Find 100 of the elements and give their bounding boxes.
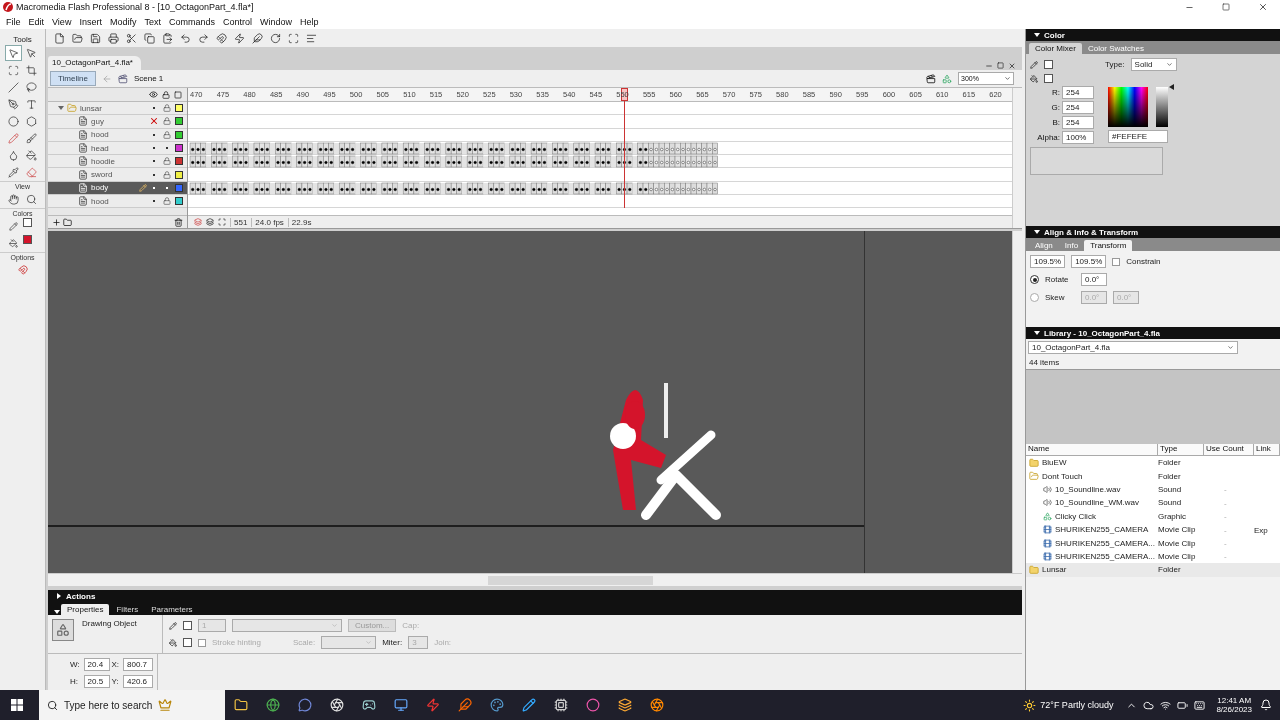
library-item[interactable]: Lunsar Folder [1026, 563, 1280, 577]
paste-icon[interactable] [162, 32, 173, 44]
constrain-checkbox[interactable] [1112, 257, 1121, 266]
outline-swatch[interactable] [175, 117, 183, 126]
panel-tab[interactable]: Color Mixer [1029, 43, 1082, 54]
outline-swatch[interactable] [175, 183, 183, 192]
layer-row[interactable]: sword [48, 168, 187, 182]
timeline-button[interactable]: Timeline [50, 71, 96, 86]
new-file-icon[interactable] [54, 32, 65, 44]
palette-icon[interactable] [490, 698, 504, 712]
scroll-thumb[interactable] [488, 575, 653, 585]
outline-swatch[interactable] [175, 157, 183, 166]
menu-item[interactable]: Help [296, 16, 323, 27]
fill-swatch[interactable] [183, 638, 192, 647]
collapse-icon[interactable] [1034, 330, 1040, 336]
collapse-icon[interactable] [1034, 229, 1040, 235]
globe-icon[interactable] [266, 698, 280, 712]
search-field[interactable]: Type here to search [39, 690, 225, 720]
paint-bucket-tool[interactable] [23, 147, 40, 163]
layer-row[interactable]: hoodie [48, 155, 187, 169]
eye-icon[interactable] [149, 90, 158, 99]
panel-tab[interactable]: Transform [1084, 240, 1133, 251]
battery-icon[interactable] [1177, 699, 1189, 711]
angle-field[interactable]: 0.0° [1081, 273, 1107, 286]
cut-icon[interactable] [126, 32, 137, 44]
onion-skin-icon[interactable] [194, 218, 202, 226]
menu-item[interactable]: Edit [24, 16, 49, 27]
feather-icon[interactable] [458, 698, 472, 712]
color-spectrum[interactable] [1108, 87, 1148, 127]
monitor-icon[interactable] [394, 698, 408, 712]
brightness-bar[interactable] [1156, 87, 1168, 127]
channel-field[interactable]: 254 [1062, 101, 1094, 114]
panel-title[interactable]: Actions [66, 591, 96, 601]
menu-item[interactable]: File [2, 16, 25, 27]
panel-tab[interactable]: Parameters [145, 604, 199, 615]
notification-icon[interactable] [1260, 699, 1272, 711]
magnet-icon[interactable] [216, 32, 227, 44]
aperture-icon[interactable] [330, 698, 344, 712]
lasso-tool[interactable] [23, 79, 40, 95]
circle-icon[interactable] [586, 698, 600, 712]
column-header[interactable]: Use Count [1204, 444, 1254, 455]
dimension-field[interactable]: 20.4 [83, 657, 110, 671]
redo-icon[interactable] [198, 32, 209, 44]
copy-icon[interactable] [144, 32, 155, 44]
add-folder-icon[interactable] [63, 217, 72, 227]
brightness-pointer[interactable] [1169, 84, 1174, 90]
fill-swatch[interactable] [23, 235, 32, 244]
menu-item[interactable]: Window [255, 16, 296, 27]
chip-icon[interactable] [554, 698, 568, 712]
crop-tool[interactable] [23, 62, 40, 78]
expand-icon[interactable] [56, 593, 62, 599]
library-item[interactable]: BluEW Folder [1026, 456, 1280, 470]
scrollbar[interactable] [1012, 231, 1022, 573]
layer-row[interactable]: guy [48, 115, 187, 129]
rotate-icon[interactable] [270, 32, 281, 44]
library-item[interactable]: 10_Soundline_WM.wav Sound - [1026, 496, 1280, 510]
cloud-icon[interactable] [1143, 699, 1155, 711]
arrow-tool[interactable] [5, 45, 22, 61]
menu-item[interactable]: Text [140, 16, 165, 27]
stroke-swatch[interactable] [1044, 60, 1053, 69]
fill-swatch[interactable] [1044, 74, 1053, 83]
width-field[interactable]: 109.5% [1030, 255, 1066, 268]
layer-row[interactable]: lunsar [48, 102, 187, 116]
collapse-icon[interactable] [54, 609, 60, 615]
column-header[interactable]: Link [1254, 444, 1280, 455]
outline-swatch[interactable] [175, 197, 183, 206]
eyedropper-tool[interactable] [5, 164, 22, 180]
menu-item[interactable]: Modify [105, 16, 141, 27]
close-icon[interactable] [1008, 62, 1016, 70]
onion-outline-icon[interactable] [206, 218, 214, 226]
menu-item[interactable]: Commands [164, 16, 219, 27]
chat-icon[interactable] [298, 698, 312, 712]
type-select[interactable]: Solid [1130, 58, 1177, 71]
circle-tool[interactable] [5, 113, 22, 129]
line-tool[interactable] [5, 79, 22, 95]
menu-item[interactable]: View [48, 16, 76, 27]
add-layer-icon[interactable] [52, 217, 61, 227]
undo-icon[interactable] [180, 32, 191, 44]
gamepad-icon[interactable] [362, 698, 376, 712]
open-folder-icon[interactable] [72, 32, 83, 44]
column-header[interactable]: Type [1158, 444, 1204, 455]
panel-title[interactable]: Color [1044, 30, 1065, 40]
brush-tool[interactable] [23, 130, 40, 146]
library-item[interactable]: SHURIKEN255_CAMERA... Movie Clip - [1026, 536, 1280, 550]
scrollbar[interactable] [48, 573, 1022, 586]
lock-icon[interactable] [162, 90, 170, 99]
library-select[interactable]: 10_OctagonPart_4.fla [1028, 341, 1238, 354]
stroke-swatch[interactable] [183, 621, 192, 630]
restore-icon[interactable] [997, 62, 1004, 69]
panel-tab[interactable]: Filters [110, 604, 145, 615]
document-tab[interactable]: 10_OctagonPart_4.fla* [48, 56, 141, 70]
hand-tool[interactable] [5, 191, 22, 207]
outline-swatch[interactable] [175, 144, 183, 153]
edit-scene-icon[interactable] [926, 73, 936, 84]
channel-field[interactable]: 254 [1062, 86, 1094, 99]
outline-swatch[interactable] [175, 170, 183, 179]
outline-swatch[interactable] [175, 130, 183, 139]
collapse-icon[interactable] [1034, 32, 1040, 38]
mode-radio[interactable] [1030, 275, 1039, 284]
edit-frames-icon[interactable] [218, 218, 226, 226]
